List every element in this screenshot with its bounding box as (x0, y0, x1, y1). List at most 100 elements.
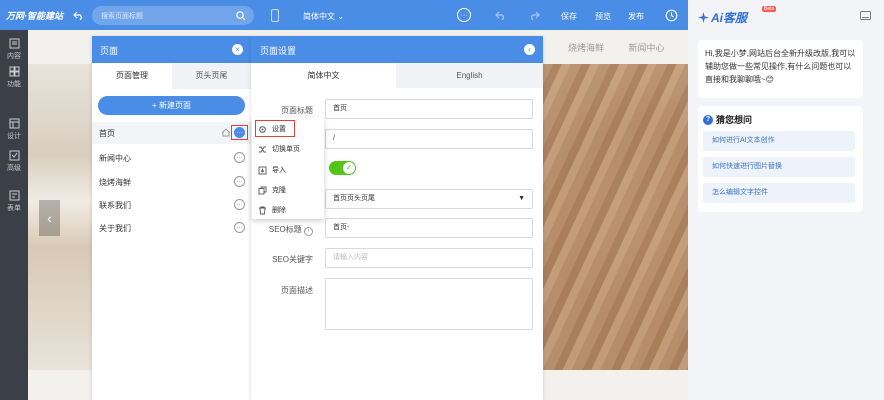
pages-panel-header: 页面 × (92, 36, 251, 63)
carousel-prev-icon[interactable]: ‹ (39, 200, 60, 236)
ai-greeting-text: Hi,我是小梦,网站后台全新升级改版,我可以辅助您做一些常见操作,有什么问题也可… (705, 49, 856, 84)
gear-icon (259, 125, 266, 133)
seo-keywords-label: SEO关键字 (272, 255, 313, 264)
publish-button[interactable]: 发布 (628, 11, 644, 22)
copy-icon (258, 186, 267, 194)
question-icon: ? (703, 114, 713, 125)
menu-item-import[interactable]: 导入 (258, 163, 286, 177)
search-icon[interactable] (236, 11, 246, 21)
pages-tabs: 页面管理 页头页尾 (92, 63, 251, 89)
page-row[interactable]: 烧烤海鲜 ··· (92, 171, 251, 193)
back-icon[interactable] (72, 9, 84, 21)
page-search-input[interactable]: 搜索页面标题 (92, 6, 254, 25)
page-title-input[interactable]: 首页 (325, 99, 533, 119)
search-placeholder: 搜索页面标题 (101, 13, 143, 20)
nav-advanced-label: 高级 (7, 165, 21, 172)
site-nav-item[interactable]: 烧烤海鲜 (568, 43, 604, 53)
redo-icon[interactable] (528, 9, 540, 21)
side-nav: 内容 功能 设计 高级 表单 (0, 30, 28, 400)
settings-title: 页面设置 (260, 46, 297, 56)
menu-item-clone[interactable]: 克隆 (258, 183, 286, 197)
page-description-textarea[interactable] (325, 278, 533, 330)
preview-button[interactable]: 预览 (595, 11, 611, 22)
check-icon: ✓ (343, 162, 355, 174)
page-more-icon[interactable]: ··· (234, 152, 245, 163)
tab-english[interactable]: English (396, 63, 543, 88)
page-more-icon[interactable]: ··· (234, 127, 245, 138)
page-more-icon[interactable]: ··· (234, 176, 245, 187)
save-button[interactable]: 保存 (561, 11, 577, 22)
shuffle-icon (259, 146, 266, 152)
page-context-menu: 设置 切换单页 导入 克隆 删除 (252, 117, 324, 219)
page-url-input[interactable]: / (325, 129, 533, 149)
page-name: 首页 (99, 129, 115, 138)
page-name: 联系我们 (99, 201, 131, 210)
suggestion-item[interactable]: 如何快速进行图片替换 (703, 157, 855, 177)
ai-greeting-card: Hi,我是小梦,网站后台全新升级改版,我可以辅助您做一些常见操作,有什么问题也可… (698, 40, 863, 98)
menu-item-label: 设置 (272, 126, 286, 133)
menu-item-switch-single[interactable]: 切换单页 (258, 142, 300, 156)
menu-item-settings[interactable]: 设置 (258, 122, 286, 136)
new-page-button[interactable]: + 新建页面 (98, 96, 245, 115)
page-more-icon[interactable]: ··· (234, 222, 245, 233)
design-icon (9, 118, 19, 129)
menu-item-label: 删除 (272, 207, 286, 214)
header-footer-value: 首页页头页尾 (333, 195, 375, 202)
grilled-meat-image (542, 64, 688, 370)
ai-logo: Ai客服 (698, 9, 747, 26)
menu-item-label: 导入 (272, 167, 286, 174)
menu-item-delete[interactable]: 删除 (258, 203, 286, 217)
suggestion-item[interactable]: 如何进行AI文本创作 (703, 131, 855, 151)
chevron-down-icon: ⌄ (337, 12, 344, 21)
advanced-icon (9, 150, 19, 161)
content-icon (9, 38, 19, 49)
page-description-label: 页面描述 (281, 286, 313, 295)
seafood-image (28, 64, 92, 370)
nav-form[interactable]: 表单 (0, 190, 28, 213)
mobile-view-icon[interactable] (270, 8, 280, 22)
nav-design[interactable]: 设计 (0, 118, 28, 141)
site-nav-item[interactable]: 新闻中心 (629, 43, 665, 53)
tab-simplified-chinese[interactable]: 简体中文 (251, 63, 396, 88)
sparkle-icon (698, 12, 709, 23)
history-icon[interactable] (664, 8, 678, 22)
seo-title-label-text: SEO标题 (268, 225, 302, 234)
site-nav: 烧烤海鲜 新闻中心 (568, 41, 665, 54)
home-icon (221, 128, 231, 137)
seo-title-input[interactable]: 首页- (325, 218, 533, 238)
more-icon[interactable]: ··· (457, 8, 471, 22)
page-name: 烧烤海鲜 (99, 178, 131, 187)
minimize-icon[interactable] (859, 10, 871, 20)
settings-header: 页面设置 ‹ (251, 36, 543, 63)
faq-title: ? 猜您想问 (703, 113, 752, 126)
collapse-icon[interactable]: ‹ (524, 44, 535, 55)
nav-advanced[interactable]: 高级 (0, 150, 28, 173)
page-row[interactable]: 联系我们 ··· (92, 194, 251, 216)
nav-function[interactable]: 功能 (0, 66, 28, 89)
faq-title-text: 猜您想问 (716, 115, 753, 125)
close-icon[interactable]: × (232, 44, 243, 55)
menu-item-label: 切换单页 (272, 146, 300, 153)
ai-title: Ai客服 (711, 11, 748, 25)
language-label: 简体中文 (303, 12, 335, 21)
undo-icon[interactable] (494, 9, 506, 21)
beta-badge: Beta (762, 6, 777, 12)
pages-panel-title: 页面 (100, 46, 119, 56)
tab-page-management[interactable]: 页面管理 (92, 63, 172, 89)
import-icon (258, 166, 267, 174)
nav-content[interactable]: 内容 (0, 38, 28, 61)
nav-form-label: 表单 (7, 205, 21, 212)
language-select[interactable]: 简体中文 ⌄ (303, 11, 344, 22)
page-row[interactable]: 新闻中心 ··· (92, 147, 251, 169)
page-name: 关于我们 (99, 224, 131, 233)
page-row[interactable]: 关于我们 ··· (92, 217, 251, 239)
seo-keywords-input[interactable]: 请输入内容 (325, 248, 533, 268)
tab-header-footer[interactable]: 页头页尾 (172, 63, 251, 89)
header-footer-select[interactable]: 首页页头页尾 ▼ (325, 189, 533, 209)
seo-title-label: SEO标题 i (251, 224, 313, 236)
page-row-home[interactable]: 首页 ··· (92, 122, 251, 144)
suggestion-item[interactable]: 怎么编辑文字控件 (703, 183, 855, 203)
page-more-icon[interactable]: ··· (234, 199, 245, 210)
top-toolbar: 万网·智能建站 搜索页面标题 简体中文 ⌄ ··· 保存 预览 发布 (0, 0, 688, 30)
visibility-toggle[interactable]: ✓ (329, 161, 356, 175)
